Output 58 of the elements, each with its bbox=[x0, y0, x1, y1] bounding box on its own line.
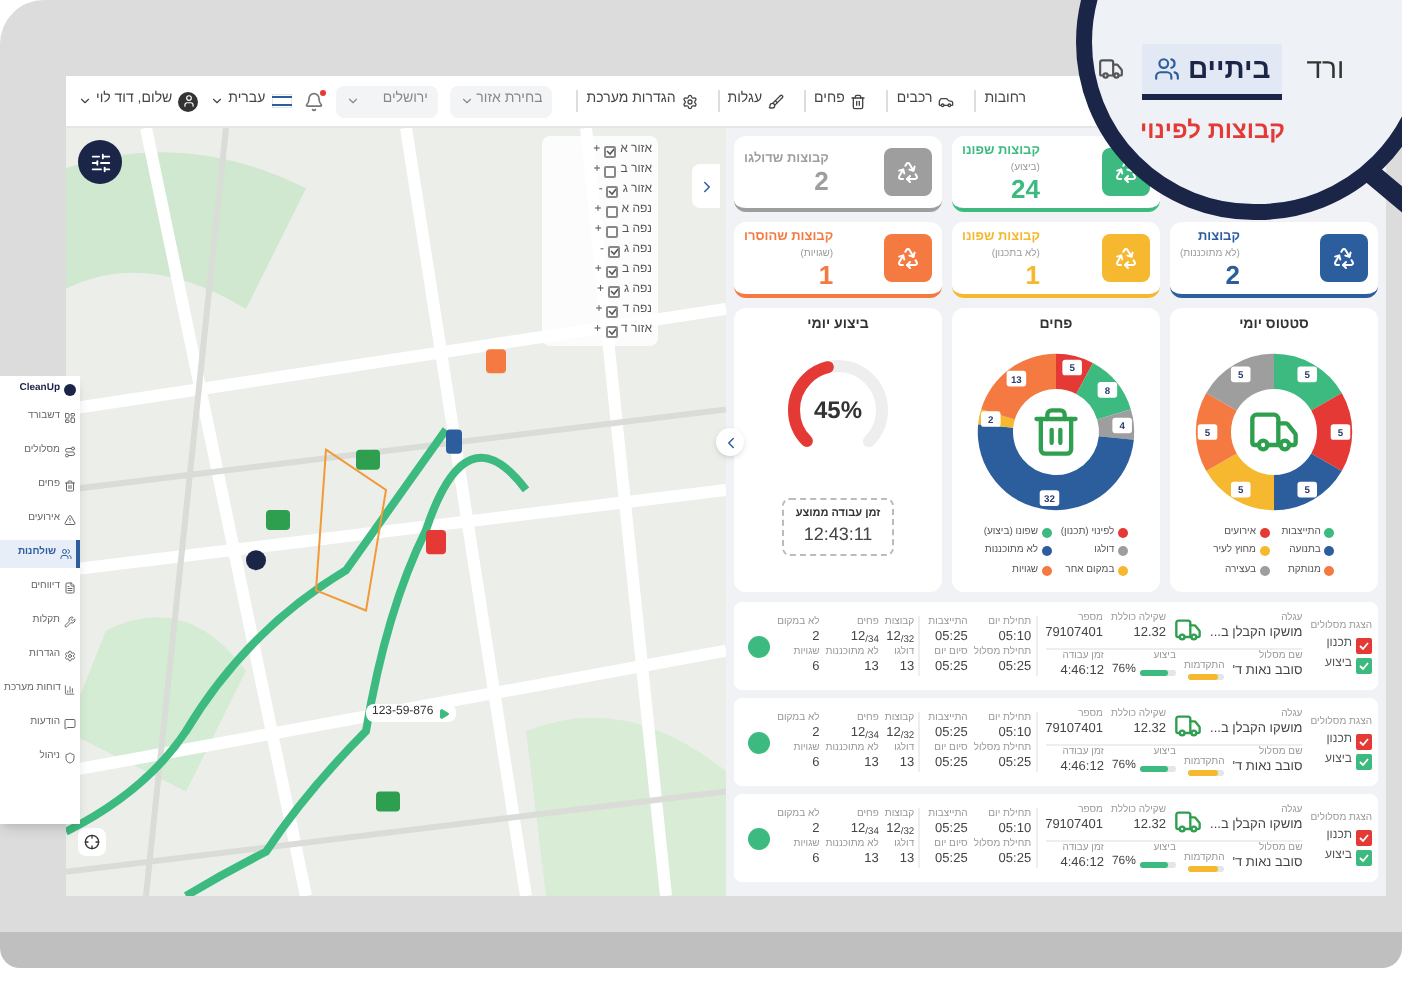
settings-icon bbox=[681, 93, 698, 109]
layer-checkbox[interactable] bbox=[607, 285, 620, 297]
layer-checkbox[interactable] bbox=[607, 245, 620, 257]
crosshair-icon bbox=[84, 834, 100, 850]
stat-value: 1 bbox=[816, 262, 834, 289]
route-checkbox[interactable] bbox=[1356, 849, 1372, 865]
tab[interactable]: ביתיים bbox=[1142, 44, 1283, 100]
tab[interactable]: ורד bbox=[1294, 44, 1357, 100]
document-icon bbox=[64, 581, 76, 593]
flag-icon bbox=[271, 94, 292, 108]
trash-icon bbox=[850, 93, 867, 109]
logo-icon bbox=[64, 383, 76, 396]
layer-checkbox[interactable] bbox=[606, 305, 619, 317]
truck-icon bbox=[1098, 56, 1124, 82]
dashboard-icon bbox=[64, 411, 76, 423]
wrench-icon bbox=[64, 615, 76, 627]
route-icon bbox=[64, 445, 76, 457]
warning-icon bbox=[64, 513, 76, 525]
chart-icon bbox=[64, 683, 76, 695]
route-checkbox[interactable] bbox=[1356, 733, 1372, 749]
stat-value: 2 bbox=[1223, 262, 1240, 289]
avatar-icon bbox=[178, 91, 199, 111]
chevron-icon bbox=[345, 94, 360, 108]
chevron-icon bbox=[459, 94, 474, 108]
chevron-icon bbox=[210, 94, 225, 108]
stat-value: 1 bbox=[1023, 262, 1040, 289]
shield-icon bbox=[64, 751, 76, 763]
route-checkbox[interactable] bbox=[1356, 753, 1372, 769]
layer-checkbox[interactable] bbox=[605, 205, 618, 217]
truck-icon bbox=[1174, 615, 1203, 643]
average-time-value: 12:43:11 bbox=[803, 521, 873, 548]
route-checkbox[interactable] bbox=[1356, 657, 1372, 673]
sliders-icon bbox=[89, 151, 111, 173]
truck-icon bbox=[1174, 711, 1203, 739]
message-icon bbox=[64, 717, 76, 729]
section-heading: קבוצות לפינוי bbox=[1140, 114, 1286, 148]
locate-button[interactable] bbox=[78, 828, 106, 856]
trash-icon bbox=[64, 479, 76, 491]
truck-icon bbox=[1174, 807, 1203, 835]
settings-icon bbox=[64, 649, 76, 661]
bell-icon[interactable] bbox=[303, 91, 324, 111]
car-icon bbox=[938, 93, 955, 109]
layer-checkbox[interactable] bbox=[606, 185, 619, 197]
brush-icon bbox=[768, 93, 785, 109]
stat-value: 2 bbox=[812, 168, 829, 195]
layer-checkbox[interactable] bbox=[605, 225, 618, 237]
layer-checkbox[interactable] bbox=[605, 325, 618, 337]
layer-checkbox[interactable] bbox=[605, 265, 618, 277]
chevron-icon bbox=[78, 94, 92, 108]
play-icon bbox=[437, 707, 450, 719]
route-checkbox[interactable] bbox=[1356, 637, 1372, 653]
gauge-reading: 45% bbox=[811, 393, 865, 427]
layer-checkbox[interactable] bbox=[604, 165, 617, 177]
stat-value: 24 bbox=[1009, 176, 1040, 203]
layer-checkbox[interactable] bbox=[604, 145, 617, 157]
route-checkbox[interactable] bbox=[1356, 829, 1372, 845]
users-icon bbox=[60, 547, 72, 559]
users-icon bbox=[1154, 56, 1180, 82]
